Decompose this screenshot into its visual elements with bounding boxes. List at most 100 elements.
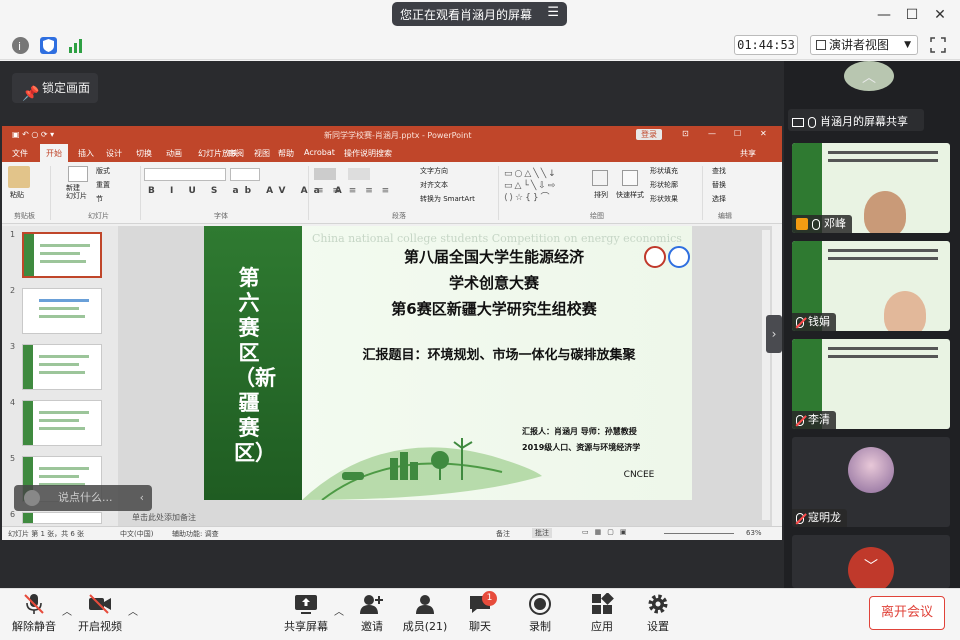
chat-input-overlay[interactable]: 说点什么... ‹ <box>14 485 152 511</box>
members-button[interactable]: 成员(21) <box>402 593 448 639</box>
find-button[interactable]: 查找 <box>712 166 726 176</box>
mic-icon <box>808 116 816 128</box>
collapse-panel-button[interactable]: › <box>766 315 782 353</box>
participant-tile[interactable]: 邓峰 <box>792 143 950 233</box>
section-button[interactable]: 节 <box>96 194 103 204</box>
select-button[interactable]: 选择 <box>712 194 726 204</box>
view-buttons[interactable]: ▭▦▢▣ <box>582 528 632 536</box>
mic-muted-icon <box>796 316 804 328</box>
font-size-box[interactable] <box>230 168 260 181</box>
bullets-icon[interactable] <box>314 168 336 180</box>
ppt-maximize-icon[interactable]: ☐ <box>734 129 741 138</box>
scroll-up-icon[interactable]: ︿ <box>844 61 894 91</box>
participant-tile[interactable]: 肖涵月的屏幕共享 <box>788 109 924 131</box>
tab-animations[interactable]: 动画 <box>166 148 182 159</box>
shape-outline-button[interactable]: 形状轮廓 <box>650 180 678 190</box>
notes-placeholder[interactable]: 单击此处添加备注 <box>132 512 196 523</box>
ppt-login-button[interactable]: 登录 <box>636 129 662 140</box>
avatar <box>848 447 894 493</box>
participant-tile[interactable]: 李清 <box>792 339 950 429</box>
ribbon-display-icon[interactable]: ⊡ <box>682 129 689 138</box>
font-name-box[interactable] <box>144 168 226 181</box>
video-options-chevron[interactable]: ︿ <box>128 603 138 618</box>
status-accessibility[interactable]: 辅助功能: 调查 <box>172 529 219 539</box>
status-notes-button[interactable]: 备注 <box>496 529 510 539</box>
participant-tile[interactable]: 钱娟 <box>792 241 950 331</box>
menu-icon[interactable]: ☰ <box>547 5 559 20</box>
shape-effects-button[interactable]: 形状效果 <box>650 194 678 204</box>
security-shield-icon[interactable] <box>40 37 57 54</box>
paste-icon[interactable] <box>8 166 30 188</box>
shape-fill-button[interactable]: 形状填充 <box>650 166 678 176</box>
chevron-left-icon[interactable]: ‹ <box>140 485 144 511</box>
smartart-button[interactable]: 转换为 SmartArt <box>420 194 475 204</box>
participant-tile[interactable]: ﹀ <box>792 535 950 588</box>
slide-thumbnail[interactable] <box>22 400 102 446</box>
numbering-icon[interactable] <box>348 168 370 180</box>
participant-tile[interactable]: 寇明龙 <box>792 437 950 527</box>
fullscreen-icon[interactable] <box>930 37 946 53</box>
text-direction-button[interactable]: 文字方向 <box>420 166 448 176</box>
tab-view[interactable]: 视图 <box>254 148 270 159</box>
ppt-minimize-icon[interactable]: — <box>708 129 716 138</box>
settings-button[interactable]: 设置 <box>640 593 676 639</box>
tab-insert[interactable]: 插入 <box>78 148 94 159</box>
mic-muted-icon <box>22 593 46 615</box>
chevron-down-icon: ▼ <box>904 40 911 50</box>
layout-button[interactable]: 版式 <box>96 166 110 176</box>
lock-screen-button[interactable]: 📌 锁定画面 <box>12 73 98 103</box>
start-video-button[interactable]: 开启视频 <box>74 593 126 639</box>
tab-home[interactable]: 开始 <box>40 144 68 162</box>
tab-review[interactable]: 审阅 <box>228 148 244 159</box>
ppt-close-icon[interactable]: ✕ <box>760 129 767 138</box>
tell-me-search[interactable]: 操作说明搜索 <box>344 148 392 159</box>
align-text-button[interactable]: 对齐文本 <box>420 180 448 190</box>
thumb-number: 4 <box>10 398 16 407</box>
slide-thumbnail[interactable] <box>22 288 102 334</box>
group-paragraph: 段落 <box>392 212 406 220</box>
invite-button[interactable]: 邀请 <box>352 593 392 639</box>
slide-thumbnail[interactable] <box>22 232 102 278</box>
apps-button[interactable]: 应用 <box>584 592 620 639</box>
record-button[interactable]: 录制 <box>522 593 558 639</box>
share-screen-button[interactable]: 共享屏幕 <box>280 593 332 639</box>
leave-meeting-button[interactable]: 离开会议 <box>869 596 945 630</box>
slide-thumbnail[interactable] <box>22 344 102 390</box>
vertical-scrollbar[interactable] <box>762 230 770 520</box>
share-banner[interactable]: 您正在观看肖涵月的屏幕 ☰ <box>392 2 567 26</box>
tab-design[interactable]: 设计 <box>106 148 122 159</box>
thumb-number: 2 <box>10 286 16 295</box>
info-icon[interactable]: i <box>12 37 29 54</box>
unmute-button[interactable]: 解除静音 <box>8 593 60 639</box>
university-logo-icon <box>644 246 666 268</box>
quick-styles-icon[interactable] <box>622 170 638 186</box>
signal-icon[interactable] <box>68 37 85 54</box>
tab-transitions[interactable]: 切换 <box>136 148 152 159</box>
tab-file[interactable]: 文件 <box>12 148 28 159</box>
arrange-icon[interactable] <box>592 170 608 186</box>
status-comments-button[interactable]: 批注 <box>532 528 552 538</box>
slide-thumbnail[interactable] <box>22 512 102 524</box>
maximize-icon[interactable]: ☐ <box>901 4 923 26</box>
audio-options-chevron[interactable]: ︿ <box>62 603 72 618</box>
new-slide-icon[interactable] <box>68 166 88 182</box>
minimize-icon[interactable]: — <box>873 4 895 26</box>
zoom-slider[interactable] <box>664 533 734 534</box>
share-label[interactable]: 共享 <box>740 148 756 159</box>
align-icons[interactable]: ≡ ≡ ≡ ≡ ≡ <box>316 186 392 196</box>
tab-help[interactable]: 帮助 <box>278 148 294 159</box>
thumb-number: 3 <box>10 342 16 351</box>
view-mode-label: 演讲者视图 <box>829 38 890 52</box>
mic-icon <box>812 218 820 230</box>
shapes-gallery[interactable]: ▭○△╲╲↓ ▭△└╲⇩⇨ ⟨⟩☆{}⌒ <box>504 168 584 206</box>
view-mode-dropdown[interactable]: 演讲者视图 ▼ <box>810 35 918 55</box>
ppt-quick-access[interactable]: ▣ ↶ ○ ⟳ ▾ <box>12 130 54 139</box>
replace-button[interactable]: 替换 <box>712 180 726 190</box>
mic-muted-icon <box>796 414 804 426</box>
emoji-icon[interactable] <box>24 490 40 506</box>
share-options-chevron[interactable]: ︿ <box>334 603 344 618</box>
tab-acrobat[interactable]: Acrobat <box>304 148 335 157</box>
close-icon[interactable]: ✕ <box>929 4 951 26</box>
reset-button[interactable]: 重置 <box>96 180 110 190</box>
scroll-down-icon[interactable]: ﹀ <box>848 547 894 588</box>
